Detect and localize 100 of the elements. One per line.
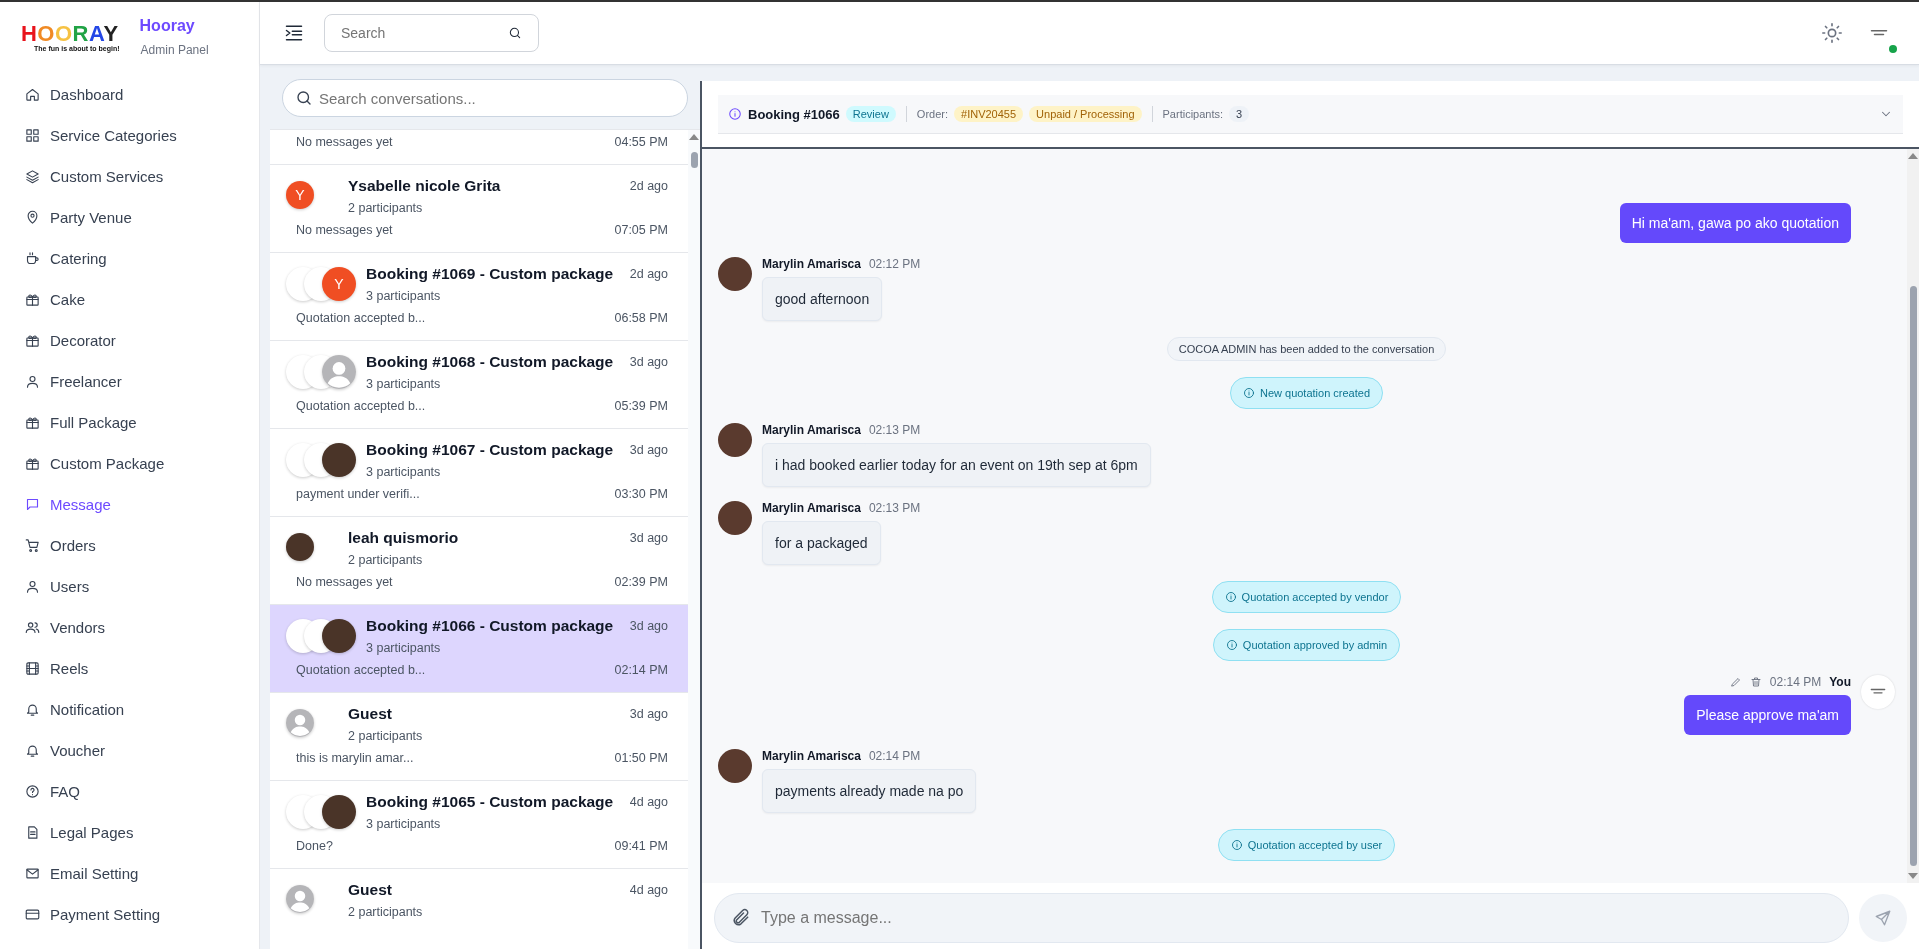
participant-count: 2 participants	[348, 553, 424, 567]
sidebar-item[interactable]: Service Categories	[0, 115, 259, 156]
paperclip-icon	[731, 908, 751, 928]
mail-icon	[25, 866, 40, 881]
avatar	[322, 619, 356, 653]
sidebar-item[interactable]: Users	[0, 566, 259, 607]
conversation-name: Booking #1067 - Custom package	[366, 441, 615, 459]
bell-icon	[25, 743, 40, 758]
participants-label: Participants:	[1162, 108, 1224, 120]
sidebar-item[interactable]: Freelancer	[0, 361, 259, 402]
booking-title: Booking #1066	[748, 106, 840, 122]
message-time: 02:13 PM	[868, 501, 921, 515]
status-badge: Review	[845, 106, 896, 122]
sidebar-item[interactable]: Notification	[0, 689, 259, 730]
sidebar-item[interactable]: Reels	[0, 648, 259, 689]
sidebar-item[interactable]: Legal Pages	[0, 812, 259, 853]
avatar	[286, 533, 314, 561]
conversation-name: Booking #1066 - Custom package	[366, 617, 615, 635]
conversation-item[interactable]: Booking #1066 - Custom package 3 participants 3d ago Quotation accepted b... 02:14 PM	[270, 605, 688, 693]
search-box[interactable]: Search	[324, 14, 539, 52]
gift-icon	[25, 292, 40, 307]
sidebar-item[interactable]: Decorator	[0, 320, 259, 361]
sidebar-item[interactable]: Vendors	[0, 607, 259, 648]
message-time: 06:58 PM	[614, 311, 668, 325]
relative-time: 3d ago	[629, 442, 668, 457]
conversation-search-field[interactable]: Search conversations...	[319, 80, 675, 116]
grid-icon	[25, 128, 40, 143]
relative-time: 4d ago	[629, 882, 668, 897]
logo-wordmark: HOORAY	[20, 22, 119, 45]
search-icon	[295, 89, 313, 107]
message-time: 02:14 PM	[868, 749, 921, 763]
document-icon	[25, 825, 40, 840]
avatar	[718, 257, 752, 291]
trash-icon[interactable]	[1749, 676, 1762, 688]
event-text: Quotation approved by admin	[1242, 639, 1388, 651]
message-time: 01:50 PM	[614, 751, 668, 765]
participant-count: 2 participants	[348, 905, 424, 919]
sun-icon[interactable]	[1821, 22, 1843, 44]
sidebar-item[interactable]: Custom Package	[0, 443, 259, 484]
conversation-name: Ysabelle nicole Grita	[348, 177, 502, 195]
message-bubble: for a packaged	[762, 521, 881, 565]
help-icon	[25, 784, 40, 799]
search-field[interactable]: Search	[341, 15, 500, 51]
scrollbar[interactable]	[688, 130, 700, 949]
participant-count: 2 participants	[348, 729, 424, 743]
relative-time: 3d ago	[629, 618, 668, 633]
order-number-badge: #INV20455	[954, 106, 1024, 122]
participant-count: 3 participants	[366, 465, 442, 479]
send-button[interactable]	[1859, 894, 1907, 942]
app-title: Hooray	[139, 17, 196, 35]
sidebar-item[interactable]: Message	[0, 484, 259, 525]
sidebar-item[interactable]: Voucher	[0, 730, 259, 771]
participant-count-badge: 3	[1229, 106, 1250, 122]
conversation-name: Booking #1069 - Custom package	[366, 265, 615, 283]
user-silhouette-icon	[286, 709, 314, 737]
info-icon	[1225, 639, 1238, 651]
message-preview: No messages yet	[296, 575, 393, 589]
sidebar-item[interactable]: Cake	[0, 279, 259, 320]
user-icon	[25, 579, 40, 594]
sidebar-item[interactable]: Custom Services	[0, 156, 259, 197]
message-preview: Quotation accepted b...	[296, 663, 426, 677]
pencil-icon[interactable]	[1729, 676, 1742, 688]
message-time: 05:39 PM	[614, 399, 668, 413]
message-time: 03:30 PM	[614, 487, 668, 501]
sidebar-item[interactable]: Catering	[0, 238, 259, 279]
relative-time: 3d ago	[629, 354, 668, 369]
payment-status-badge: Unpaid / Processing	[1029, 106, 1142, 122]
conversation-name: Booking #1065 - Custom package	[366, 793, 615, 811]
participant-count: 3 participants	[366, 817, 442, 831]
info-icon	[1224, 591, 1237, 603]
sidebar-item[interactable]: Dashboard	[0, 74, 259, 115]
sender-name: Marylin Amarisca	[762, 749, 861, 763]
relative-time: 3d ago	[629, 530, 668, 545]
sidebar-item[interactable]: Payment Setting	[0, 894, 259, 935]
sidebar-item[interactable]: Party Venue	[0, 197, 259, 238]
film-icon	[25, 661, 40, 676]
participant-count: 3 participants	[366, 641, 442, 655]
event-text: New quotation created	[1259, 387, 1371, 399]
relative-time: 2d ago	[629, 266, 668, 281]
avatar	[718, 423, 752, 457]
event-text: Quotation accepted by vendor	[1241, 591, 1389, 603]
participant-count: 3 participants	[366, 289, 442, 303]
message-preview: Quotation accepted b...	[296, 311, 426, 325]
users-icon	[25, 620, 40, 635]
avatar	[322, 443, 356, 477]
online-status-dot	[1889, 45, 1897, 53]
conversation-search-box[interactable]: Search conversations...	[282, 79, 688, 117]
user-silhouette-icon	[286, 885, 314, 913]
message-preview: Done?	[296, 839, 333, 853]
message-time: 02:14 PM	[614, 663, 668, 677]
sidebar-item[interactable]: Full Package	[0, 402, 259, 443]
scrollbar[interactable]	[1907, 149, 1919, 883]
info-icon	[1242, 387, 1255, 399]
sidebar-item[interactable]: FAQ	[0, 771, 259, 812]
sender-name: Marylin Amarisca	[762, 423, 861, 437]
participant-count: 3 participants	[366, 377, 442, 391]
map-pin-icon	[25, 210, 40, 225]
sidebar-item[interactable]: Orders	[0, 525, 259, 566]
message-bubble: payments already made na po	[762, 769, 977, 813]
sidebar-item[interactable]: Email Setting	[0, 853, 259, 894]
